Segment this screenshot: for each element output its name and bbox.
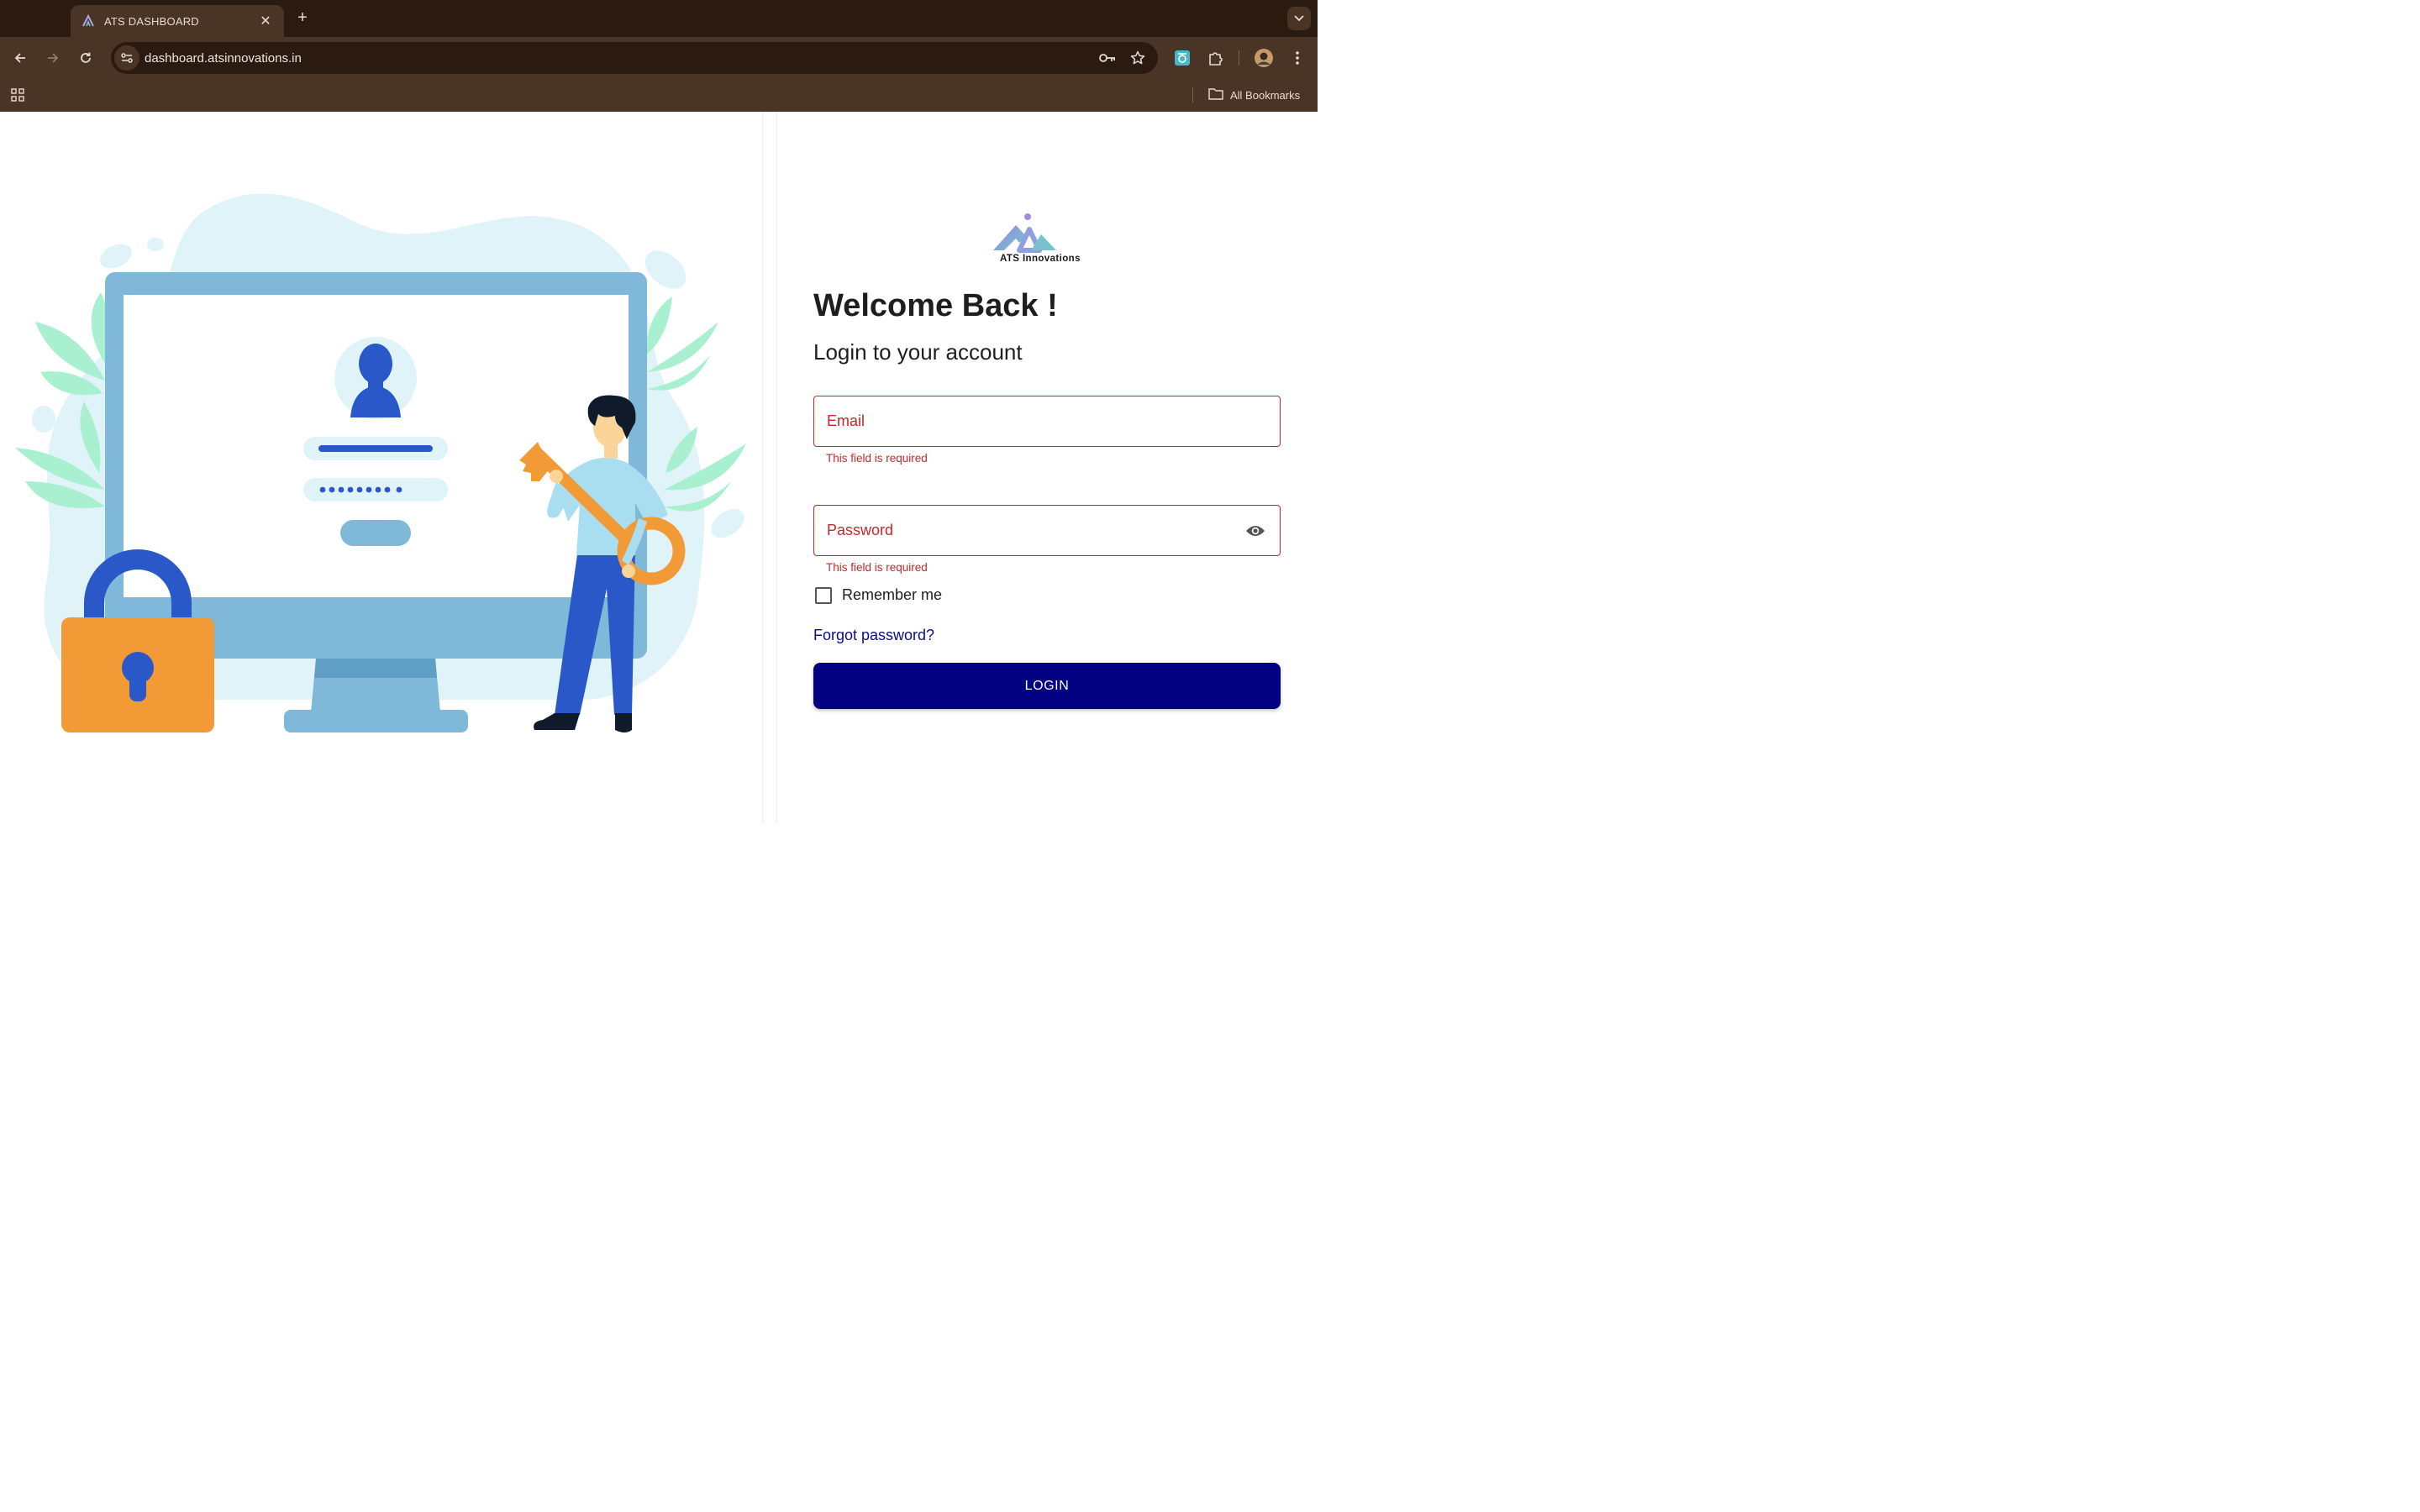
chevron-down-icon[interactable] bbox=[1287, 7, 1311, 30]
close-icon[interactable]: ✕ bbox=[257, 13, 274, 29]
remember-me-label[interactable]: Remember me bbox=[842, 586, 942, 604]
folder-icon bbox=[1208, 87, 1223, 102]
blob-dot bbox=[147, 238, 164, 251]
email-input[interactable] bbox=[827, 412, 1267, 430]
screen-username-field bbox=[303, 437, 448, 460]
blob-dot bbox=[711, 508, 744, 538]
screen-login-button bbox=[340, 520, 411, 546]
login-form-panel: ATS Innovations Welcome Back ! Login to … bbox=[777, 112, 1318, 823]
panel-divider bbox=[763, 112, 777, 823]
tab-strip: ATS DASHBOARD ✕ + bbox=[0, 0, 1318, 37]
remember-me: Remember me bbox=[813, 586, 942, 604]
tune-icon[interactable] bbox=[114, 45, 139, 71]
all-bookmarks-button[interactable]: All Bookmarks bbox=[1208, 87, 1300, 102]
login-illustration bbox=[0, 112, 763, 823]
login-button[interactable]: LOGIN bbox=[813, 663, 1281, 709]
apps-grid-icon[interactable] bbox=[10, 87, 25, 107]
extension-icon[interactable] bbox=[1171, 47, 1193, 69]
forgot-password-link[interactable]: Forgot password? bbox=[813, 627, 934, 644]
browser-tab-active[interactable]: ATS DASHBOARD ✕ bbox=[71, 5, 284, 37]
logo-text: ATS Innovations bbox=[1000, 254, 1081, 264]
password-error: This field is required bbox=[826, 561, 928, 574]
all-bookmarks-label: All Bookmarks bbox=[1230, 88, 1301, 102]
blob-dot bbox=[100, 244, 132, 269]
arrow-right-icon[interactable] bbox=[43, 48, 63, 68]
ats-logo-icon bbox=[81, 13, 96, 29]
bookmarks-divider bbox=[1192, 87, 1193, 102]
puzzle-icon[interactable] bbox=[1205, 47, 1227, 69]
avatar[interactable] bbox=[1253, 47, 1275, 69]
bookmarks-bar: All Bookmarks bbox=[0, 79, 1318, 112]
remember-me-checkbox[interactable] bbox=[815, 586, 832, 604]
password-field bbox=[813, 505, 1281, 556]
browser-toolbar: dashboard.atsinnovations.in bbox=[0, 37, 1318, 79]
reload-icon[interactable] bbox=[76, 48, 96, 68]
screen-password-field bbox=[303, 478, 448, 501]
page-subtitle: Login to your account bbox=[813, 339, 1023, 365]
tab-title: ATS DASHBOARD bbox=[104, 14, 199, 28]
eye-icon[interactable] bbox=[1244, 519, 1267, 543]
address-bar[interactable]: dashboard.atsinnovations.in bbox=[111, 42, 1158, 74]
arrow-left-icon[interactable] bbox=[10, 48, 30, 68]
more-vertical-icon[interactable] bbox=[1286, 47, 1308, 69]
email-error: This field is required bbox=[826, 452, 928, 465]
blob-dot bbox=[32, 406, 55, 433]
email-field bbox=[813, 396, 1281, 447]
plus-icon[interactable]: + bbox=[294, 8, 311, 28]
login-page: ATS Innovations Welcome Back ! Login to … bbox=[0, 112, 1318, 823]
screen-user-avatar bbox=[334, 337, 417, 419]
page-title: Welcome Back ! bbox=[813, 288, 1058, 323]
star-icon[interactable] bbox=[1128, 48, 1148, 68]
key-icon[interactable] bbox=[1097, 48, 1118, 68]
url-text[interactable]: dashboard.atsinnovations.in bbox=[145, 51, 1097, 66]
password-input[interactable] bbox=[827, 522, 1244, 539]
